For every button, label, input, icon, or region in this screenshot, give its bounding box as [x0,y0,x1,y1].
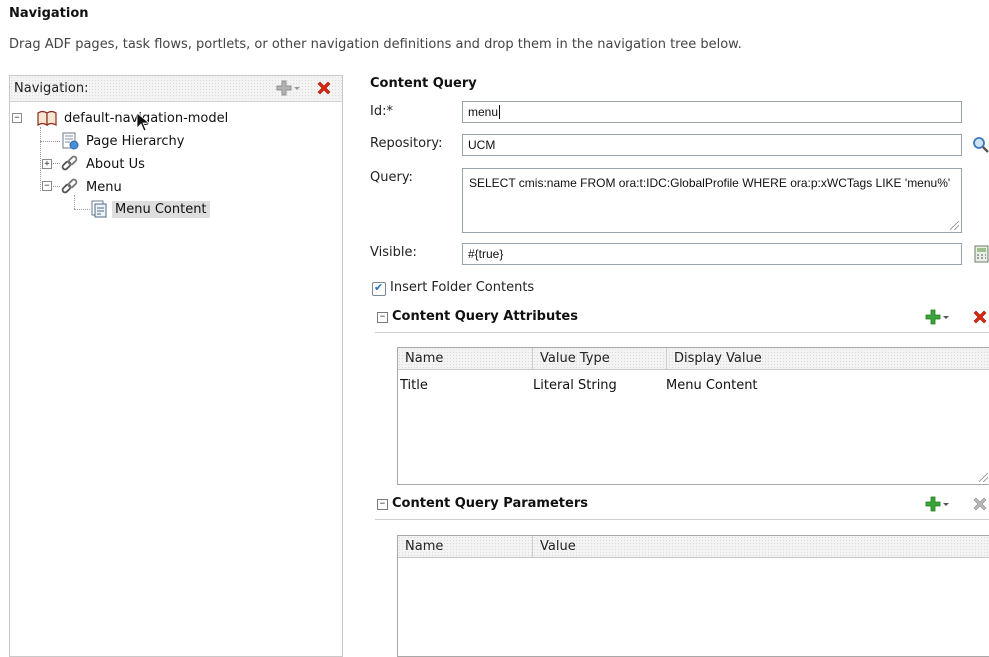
query-field[interactable]: SELECT cmis:name FROM ora:t:IDC:GlobalPr… [462,168,962,233]
tree-node-menu[interactable]: Menu [61,177,125,197]
navigation-panel-header: Navigation: [10,76,342,102]
search-icon[interactable] [972,136,989,153]
content-query-form: Content Query Id:* menu Repository: UCM … [370,75,989,657]
column-header-display-value[interactable]: Display Value [667,348,989,369]
delete-node-button[interactable] [315,79,333,97]
visible-label: Visible: [370,245,417,260]
tree-node-menu-content[interactable]: Menu Content [90,199,210,219]
chevron-down-icon [294,87,300,90]
content-query-parameters-header: − Content Query Parameters [375,495,989,520]
expression-builder-icon[interactable] [974,245,989,263]
navigation-panel-label: Navigation: [14,81,89,96]
visible-field[interactable]: #{true} [462,243,962,265]
section-title: Content Query [370,76,477,91]
repository-field-value: UCM [468,138,496,152]
tree-node-label: Page Hierarchy [86,133,185,149]
id-field[interactable]: menu [462,101,962,123]
delete-parameter-button[interactable] [971,495,989,513]
book-icon [37,110,57,126]
tree-node-label: Menu [86,179,122,195]
collapse-toggle[interactable]: − [42,181,52,191]
insert-folder-contents-label: Insert Folder Contents [390,280,535,295]
resize-grip-icon[interactable] [950,221,959,230]
tree-node-label: Menu Content [112,200,210,218]
parameters-table: Name Value [397,535,989,657]
page-title: Navigation [9,6,89,21]
tree-node-about-us[interactable]: About Us [61,154,148,174]
id-field-value: menu [468,105,499,119]
mouse-cursor-icon [136,112,150,132]
section-title: Content Query Parameters [392,496,588,511]
expand-toggle[interactable]: + [42,159,52,169]
table-cell-name[interactable]: Title [400,378,428,393]
chevron-down-icon [943,503,949,506]
attributes-table-header: Name Value Type Display Value [398,348,989,370]
add-parameter-button[interactable] [924,495,950,513]
page-description: Drag ADF pages, task flows, portlets, or… [9,37,742,52]
delete-icon [973,497,987,511]
add-node-button[interactable] [275,79,301,97]
page-hierarchy-icon [62,132,79,150]
repository-field[interactable]: UCM [462,134,962,156]
query-field-value: SELECT cmis:name FROM ora:t:IDC:GlobalPr… [469,176,951,190]
visible-field-value: #{true} [468,247,504,261]
tree-node-default-navigation-model[interactable]: default-navigation-model [37,108,231,128]
attributes-table: Name Value Type Display Value Title Lite… [397,347,989,485]
delete-icon [973,310,987,324]
table-cell-display-value[interactable]: Menu Content [666,378,758,393]
navigation-panel: Navigation: − default-navigation-model P… [9,75,343,657]
content-query-attributes-header: − Content Query Attributes [375,308,989,333]
column-header-name[interactable]: Name [398,536,533,557]
repository-label: Repository: [370,136,443,151]
tree-node-label: About Us [86,156,145,172]
section-title: Content Query Attributes [392,309,578,324]
add-icon [925,309,941,325]
column-header-value-type[interactable]: Value Type [533,348,667,369]
content-query-icon [91,200,107,218]
collapse-toggle[interactable]: − [12,113,22,123]
add-icon [276,80,292,96]
delete-icon [317,81,331,95]
parameters-table-header: Name Value [398,536,989,558]
table-cell-value-type[interactable]: Literal String [533,378,617,393]
tree-node-page-hierarchy[interactable]: Page Hierarchy [61,131,187,151]
add-attribute-button[interactable] [924,308,950,326]
collapse-section-icon[interactable]: − [377,312,388,323]
query-label: Query: [370,170,413,185]
column-header-name[interactable]: Name [398,348,533,369]
link-icon [61,155,78,171]
column-header-value[interactable]: Value [533,536,989,557]
link-icon [61,178,78,194]
add-icon [925,496,941,512]
collapse-section-icon[interactable]: − [377,499,388,510]
id-label: Id:* [370,104,393,119]
chevron-down-icon [943,316,949,319]
resize-grip-icon[interactable] [979,473,988,482]
insert-folder-contents-checkbox[interactable] [372,281,386,296]
delete-attribute-button[interactable] [971,308,989,326]
